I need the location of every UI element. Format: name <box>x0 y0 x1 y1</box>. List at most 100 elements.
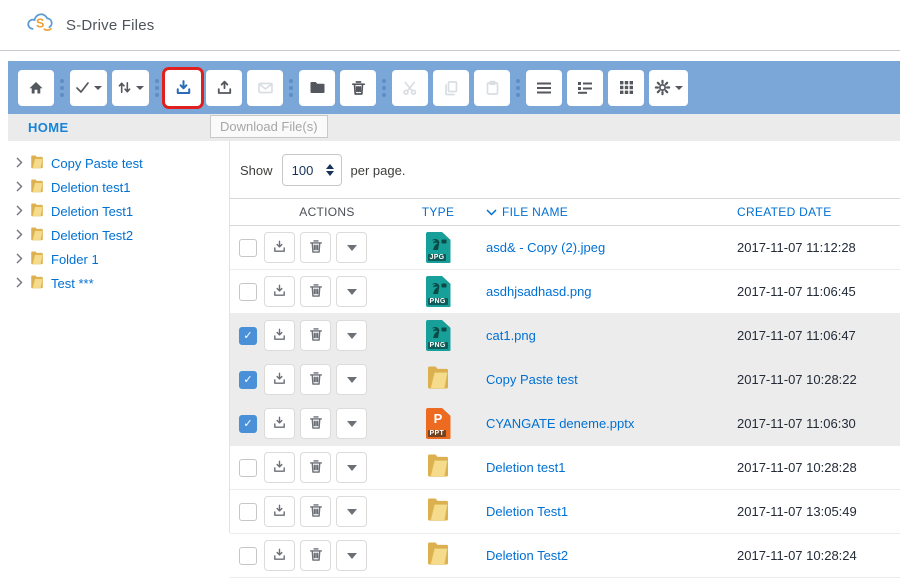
sidebar-folder-item[interactable]: Deletion Test1 <box>8 199 229 223</box>
chevron-right-icon[interactable] <box>16 156 23 171</box>
row-download-button[interactable] <box>264 232 295 263</box>
file-row: Deletion Test2 2017-11-07 10:28:24 <box>230 534 900 578</box>
new-folder-button[interactable] <box>299 70 335 106</box>
sidebar-folder-item[interactable]: Test *** <box>8 271 229 295</box>
chevron-down-icon <box>347 333 357 339</box>
page-size-value[interactable]: 100 <box>289 163 317 178</box>
toolbar-separator <box>54 79 70 97</box>
row-more-actions-button[interactable] <box>336 320 367 351</box>
upload-button[interactable] <box>206 70 242 106</box>
settings-button[interactable] <box>649 70 688 106</box>
download-icon <box>272 371 287 389</box>
delete-button[interactable] <box>340 70 376 106</box>
download-tooltip: Download File(s) <box>210 115 328 138</box>
sort-button[interactable] <box>112 70 149 106</box>
sidebar-folder-item[interactable]: Copy Paste test <box>8 151 229 175</box>
row-checkbox[interactable] <box>239 283 257 301</box>
row-delete-button[interactable] <box>300 320 331 351</box>
row-checkbox[interactable]: ✓ <box>239 415 257 433</box>
row-download-button[interactable] <box>264 276 295 307</box>
chevron-right-icon[interactable] <box>16 180 23 195</box>
detail-view-icon <box>577 81 593 94</box>
spinner-down-icon[interactable] <box>326 171 334 176</box>
row-download-button[interactable] <box>264 496 295 527</box>
row-download-button[interactable] <box>264 364 295 395</box>
select-all-button[interactable] <box>70 70 107 106</box>
cut-button[interactable] <box>392 70 428 106</box>
row-more-actions-button[interactable] <box>336 496 367 527</box>
copy-button[interactable] <box>433 70 469 106</box>
chevron-right-icon[interactable] <box>16 228 23 243</box>
file-name-link[interactable]: CYANGATE deneme.pptx <box>486 416 634 431</box>
file-name-link[interactable]: asdhjsadhasd.png <box>486 284 592 299</box>
sidebar-folder-item[interactable]: Folder 1 <box>8 247 229 271</box>
row-delete-button[interactable] <box>300 408 331 439</box>
home-button[interactable] <box>18 70 54 106</box>
row-more-actions-button[interactable] <box>336 364 367 395</box>
page-size-spinner[interactable]: 100 <box>282 154 342 186</box>
file-row: Deletion Test1 2017-11-07 13:05:49 <box>230 490 900 534</box>
table-header: ACTIONS TYPE FILE NAME CREATED DATE <box>230 198 900 226</box>
show-label: Show <box>240 163 273 178</box>
row-actions-cell <box>264 496 390 527</box>
email-button[interactable] <box>247 70 283 106</box>
grid-view-button[interactable] <box>608 70 644 106</box>
ppt-file-icon: PPPT <box>426 408 451 439</box>
chevron-right-icon[interactable] <box>16 204 23 219</box>
breadcrumb-strip: HOME <box>8 114 900 141</box>
sidebar-folder-label: Deletion Test2 <box>51 228 133 243</box>
list-view-button[interactable] <box>526 70 562 106</box>
detail-view-button[interactable] <box>567 70 603 106</box>
row-checkbox[interactable] <box>239 239 257 257</box>
row-more-actions-button[interactable] <box>336 232 367 263</box>
row-delete-button[interactable] <box>300 276 331 307</box>
row-delete-button[interactable] <box>300 496 331 527</box>
chevron-down-icon <box>675 86 683 90</box>
folder-icon <box>309 80 326 95</box>
file-name-link[interactable]: Deletion Test1 <box>486 504 568 519</box>
row-delete-button[interactable] <box>300 232 331 263</box>
row-more-actions-button[interactable] <box>336 276 367 307</box>
row-checkbox[interactable]: ✓ <box>239 371 257 389</box>
chevron-right-icon[interactable] <box>16 252 23 267</box>
row-delete-button[interactable] <box>300 452 331 483</box>
row-created-date: 2017-11-07 13:05:49 <box>737 504 900 519</box>
file-name-link[interactable]: Deletion Test2 <box>486 548 568 563</box>
row-type-cell <box>390 540 486 571</box>
download-button[interactable] <box>165 70 201 106</box>
row-download-button[interactable] <box>264 452 295 483</box>
row-file-name-cell: Deletion Test2 <box>486 548 737 563</box>
row-checkbox[interactable] <box>239 503 257 521</box>
row-checkbox[interactable] <box>239 459 257 477</box>
row-delete-button[interactable] <box>300 540 331 571</box>
row-checkbox[interactable] <box>239 547 257 565</box>
trash-icon <box>309 547 323 565</box>
file-name-column-header[interactable]: FILE NAME <box>486 205 737 219</box>
file-name-link[interactable]: Deletion test1 <box>486 460 566 475</box>
chevron-down-icon <box>347 421 357 427</box>
row-download-button[interactable] <box>264 408 295 439</box>
sidebar-folder-item[interactable]: Deletion Test2 <box>8 223 229 247</box>
download-icon <box>272 459 287 477</box>
row-download-button[interactable] <box>264 320 295 351</box>
trash-icon <box>309 415 323 433</box>
paste-button[interactable] <box>474 70 510 106</box>
row-more-actions-button[interactable] <box>336 452 367 483</box>
row-more-actions-button[interactable] <box>336 540 367 571</box>
spinner-up-icon[interactable] <box>326 164 334 169</box>
breadcrumb-home[interactable]: HOME <box>8 120 69 135</box>
row-checkbox[interactable]: ✓ <box>239 327 257 345</box>
download-icon <box>272 503 287 521</box>
file-name-link[interactable]: cat1.png <box>486 328 536 343</box>
created-date-column-header[interactable]: CREATED DATE <box>737 205 900 219</box>
chevron-right-icon[interactable] <box>16 276 23 291</box>
row-more-actions-button[interactable] <box>336 408 367 439</box>
row-delete-button[interactable] <box>300 364 331 395</box>
type-column-header[interactable]: TYPE <box>390 205 486 219</box>
sidebar-folder-item[interactable]: Deletion test1 <box>8 175 229 199</box>
file-name-link[interactable]: asd& - Copy (2).jpeg <box>486 240 605 255</box>
sidebar-folder-label: Copy Paste test <box>51 156 143 171</box>
row-type-cell: JPG <box>390 232 486 263</box>
file-name-link[interactable]: Copy Paste test <box>486 372 578 387</box>
row-download-button[interactable] <box>264 540 295 571</box>
